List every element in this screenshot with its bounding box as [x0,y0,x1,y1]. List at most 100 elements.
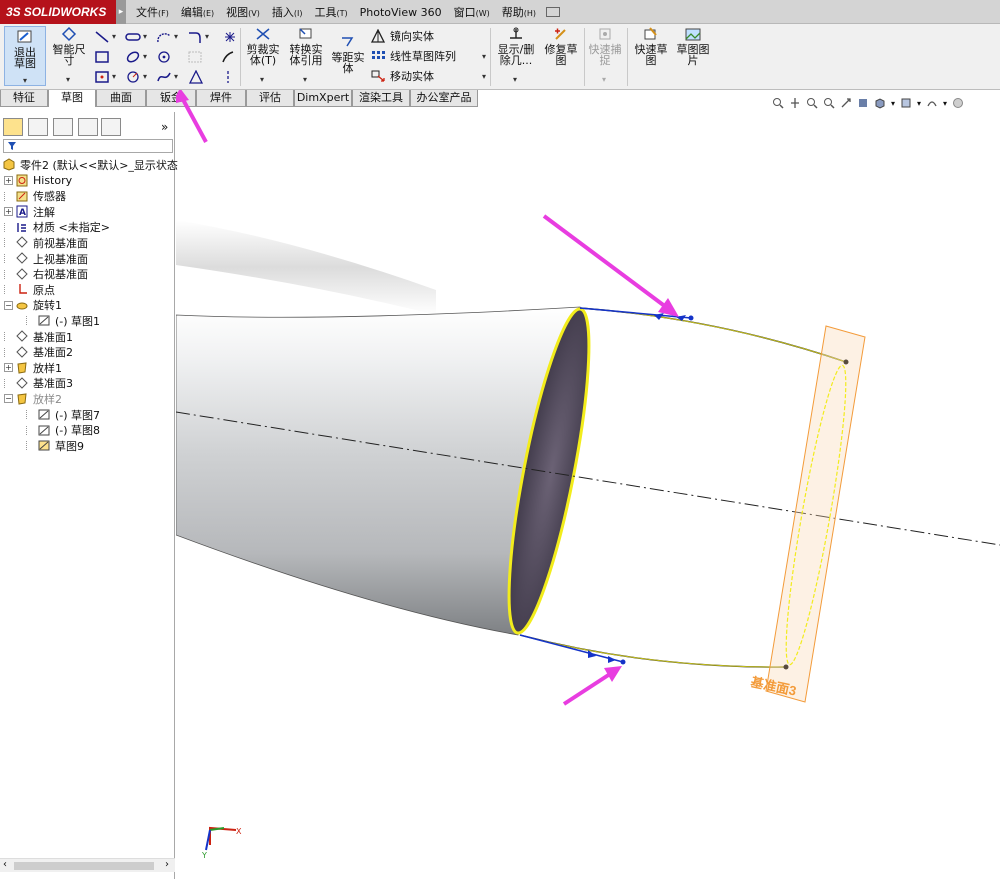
tree-item-sensors[interactable]: 传感器 [4,189,66,204]
tree-item-sketch9[interactable]: 草图9 [26,438,84,453]
chevron-down-icon[interactable]: ▾ [66,74,70,85]
menu-view[interactable]: 视图(V) [220,4,266,20]
tree-item-history[interactable]: + History [4,173,72,188]
dimxpert-manager-tab-icon[interactable] [78,118,98,136]
tree-item-plane1[interactable]: 基准面1 [4,329,73,344]
tree-item-top-plane[interactable]: 上视基准面 [4,251,88,266]
sketch-picture-button[interactable]: 草图图片 [674,26,712,66]
scroll-left-icon[interactable]: ‹ [3,859,7,870]
chevron-down-icon[interactable]: ▾ [23,75,27,86]
chevron-down-icon[interactable]: ▾ [513,74,517,85]
menu-insert[interactable]: 插入(I) [266,4,309,20]
offset-entities-button[interactable]: 等距实体 [329,34,367,74]
trim-entities-button[interactable]: 剪裁实体(T) ▾ [244,26,282,84]
rapid-sketch-label: 快速草图 [634,43,668,67]
chevron-down-icon[interactable]: ▾ [482,72,486,81]
linear-pattern-button[interactable]: 线性草图阵列 [370,48,456,64]
rectangle-icon[interactable] [94,50,110,64]
chevron-down-icon[interactable]: ▾ [303,74,307,85]
tree-item-plane3[interactable]: 基准面3 [4,376,73,391]
polygon-icon[interactable] [156,50,172,64]
line-icon[interactable] [94,30,110,44]
tree-item-front-plane[interactable]: 前视基准面 [4,235,88,250]
mirror-entities-button[interactable]: 镜向实体 [370,28,434,44]
convert-entities-button[interactable]: 转换实体引用 ▾ [286,26,326,84]
quick-snaps-button[interactable]: 快速捕捉 ▾ [587,26,623,84]
tab-features[interactable]: 特征 [0,90,48,107]
solidworks-logo[interactable]: 3S SOLIDWORKS [0,0,116,24]
smart-dimension-button[interactable]: 智能尺寸 ▾ [50,26,88,84]
tree-item-revolve1[interactable]: − 旋转1 [4,298,62,313]
slot-icon[interactable] [125,30,141,44]
tree-expander-icon[interactable]: − [4,394,13,404]
panel-horizontal-scrollbar[interactable]: ‹ › [0,858,175,872]
tree-expander-icon[interactable]: + [4,176,13,185]
text-icon[interactable] [188,70,204,84]
chevron-down-icon[interactable]: ▾ [205,32,209,41]
tree-filter-input[interactable] [3,139,173,153]
menu-window[interactable]: 窗口(W) [448,4,496,20]
tree-item-plane2[interactable]: 基准面2 [4,345,73,360]
tree-item-origin[interactable]: 原点 [4,282,55,297]
tree-root-part[interactable]: 零件2 (默认<<默认>_显示状态 [2,157,178,172]
center-rectangle-icon[interactable] [94,70,110,84]
scroll-right-icon[interactable]: › [165,859,169,870]
plane3-outline[interactable] [765,325,866,703]
fillet-icon[interactable] [187,30,203,44]
expand-panel-icon[interactable]: » [161,120,168,134]
graphics-area[interactable]: 基准面3 X Y [172,88,1000,879]
scrollbar-thumb[interactable] [14,862,154,870]
guide-curve-top[interactable] [579,307,847,363]
guide-curve-bottom[interactable] [519,634,787,668]
menu-edit[interactable]: 编辑(E) [175,4,220,20]
curve-icon[interactable] [220,50,236,64]
menu-file[interactable]: 文件(F) [130,4,175,20]
chevron-down-icon[interactable]: ▾ [112,32,116,41]
chevron-down-icon[interactable]: ▾ [260,74,264,85]
tree-item-right-plane[interactable]: 右视基准面 [4,267,88,282]
point-icon[interactable] [222,30,238,44]
chevron-down-icon[interactable]: ▾ [143,52,147,61]
tree-expander-icon[interactable]: + [4,363,13,373]
tangency-handle-bottom[interactable] [519,634,626,665]
tree-item-loft2[interactable]: − 放样2 [4,391,62,406]
chevron-down-icon[interactable]: ▾ [174,32,178,41]
tree-item-sketch1[interactable]: (-) 草图1 [26,313,100,328]
menu-expand-arrow-icon[interactable]: ▸ [116,0,126,24]
spline-ellipse-icon[interactable] [125,50,141,64]
spline-icon[interactable] [156,70,172,84]
circle-icon[interactable] [125,70,141,84]
tab-sketch[interactable]: 草图 [48,90,96,107]
chevron-down-icon[interactable]: ▾ [174,72,178,81]
chevron-down-icon[interactable]: ▾ [482,52,486,61]
arc-icon[interactable] [156,30,172,44]
chevron-down-icon[interactable]: ▾ [143,72,147,81]
tree-item-loft1[interactable]: + 放样1 [4,360,62,375]
property-manager-tab-icon[interactable] [28,118,48,136]
menu-tools[interactable]: 工具(T) [308,4,353,20]
exit-sketch-button[interactable]: 退出草图 ▾ [4,26,46,86]
display-delete-relations-button[interactable]: 显示/删除几... ▾ [495,26,537,84]
feature-manager-tab-icon[interactable] [3,118,23,136]
chevron-down-icon[interactable]: ▾ [602,74,606,85]
tree-item-annotations[interactable]: + A 注解 [4,204,55,219]
menu-photoview[interactable]: PhotoView 360 [354,6,448,19]
tree-item-material[interactable]: 材质 <未指定> [4,220,110,235]
tab-surfaces[interactable]: 曲面 [96,90,146,107]
move-entities-button[interactable]: 移动实体 [370,68,434,84]
guide-curve-top-highlight [579,307,847,363]
pin-menu-icon[interactable] [546,7,561,17]
menu-help[interactable]: 帮助(H) [496,4,542,20]
rapid-sketch-button[interactable]: 快速草图 [631,26,671,66]
chevron-down-icon[interactable]: ▾ [112,72,116,81]
display-manager-tab-icon[interactable] [101,118,121,136]
chevron-down-icon[interactable]: ▾ [143,32,147,41]
tree-expander-icon[interactable]: − [4,300,13,310]
tree-item-sketch7[interactable]: (-) 草图7 [26,407,100,422]
configuration-manager-tab-icon[interactable] [53,118,73,136]
tree-expander-icon[interactable]: + [4,207,13,217]
model-view[interactable]: 基准面3 X Y [172,88,1000,879]
centerline-icon[interactable] [220,70,236,84]
repair-sketch-button[interactable]: 修复草图 [541,26,581,66]
tree-item-sketch8[interactable]: (-) 草图8 [26,423,100,438]
